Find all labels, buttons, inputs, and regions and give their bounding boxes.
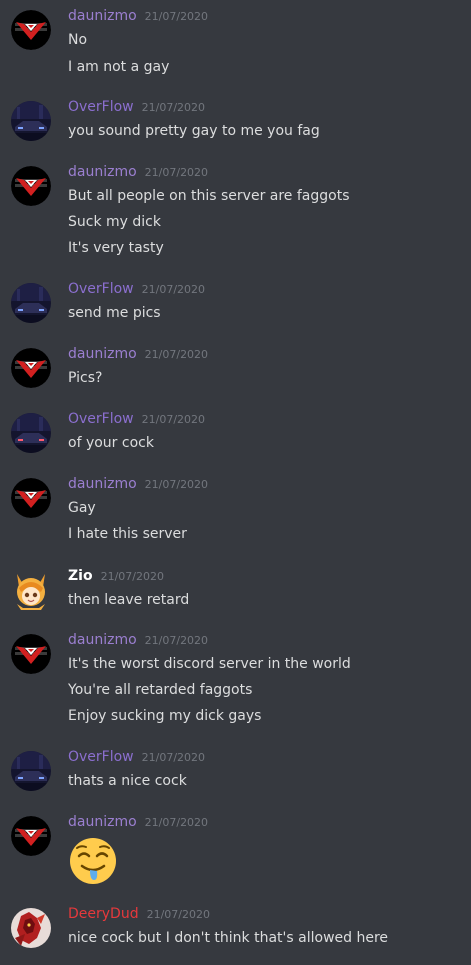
message-text: It's the worst discord server in the wor…	[68, 656, 351, 672]
message-text: Pics?	[68, 370, 103, 386]
timestamp: 21/07/2020	[141, 751, 206, 764]
message-text: I hate this server	[68, 526, 187, 542]
username[interactable]: DeeryDud	[68, 906, 139, 922]
message-header: OverFlow 21/07/2020	[68, 749, 205, 769]
message-header: daunizmo 21/07/2020	[68, 814, 208, 834]
red-eagle-avatar[interactable]	[11, 166, 51, 206]
timestamp: 21/07/2020	[144, 348, 209, 361]
message-text: of your cock	[68, 435, 154, 451]
username[interactable]: daunizmo	[68, 476, 137, 492]
red-dragon-avatar[interactable]	[11, 908, 51, 948]
username[interactable]: Zio	[68, 568, 93, 584]
timestamp: 21/07/2020	[144, 478, 209, 491]
message-header: Zio 21/07/2020	[68, 568, 164, 588]
username[interactable]: daunizmo	[68, 164, 137, 180]
timestamp: 21/07/2020	[144, 10, 209, 23]
message-text: Enjoy sucking my dick gays	[68, 708, 262, 724]
message-text: then leave retard	[68, 592, 190, 608]
message-text: It's very tasty	[68, 240, 164, 256]
timestamp: 21/07/2020	[144, 166, 209, 179]
timestamp: 21/07/2020	[146, 908, 210, 921]
message-header: daunizmo 21/07/2020	[68, 8, 208, 28]
night-car-avatar[interactable]	[11, 751, 51, 791]
username[interactable]: daunizmo	[68, 8, 137, 24]
message-header: OverFlow 21/07/2020	[68, 99, 205, 119]
night-car-avatar[interactable]	[11, 413, 51, 453]
anime-fox-avatar[interactable]	[11, 570, 51, 610]
message-text: You're all retarded faggots	[68, 682, 253, 698]
message-text: send me pics	[68, 305, 161, 321]
message-header: daunizmo 21/07/2020	[68, 164, 208, 184]
red-eagle-avatar[interactable]	[11, 10, 51, 50]
drooling-face-emoji[interactable]	[68, 836, 118, 890]
timestamp: 21/07/2020	[100, 570, 164, 583]
timestamp: 21/07/2020	[141, 101, 206, 114]
message-text: But all people on this server are faggot…	[68, 188, 350, 204]
message-text: nice cock but I don't think that's allow…	[68, 930, 389, 946]
username[interactable]: daunizmo	[68, 814, 137, 830]
timestamp: 21/07/2020	[144, 816, 209, 829]
username[interactable]: OverFlow	[68, 749, 134, 765]
timestamp: 21/07/2020	[144, 634, 209, 647]
red-eagle-avatar[interactable]	[11, 348, 51, 388]
red-eagle-avatar[interactable]	[11, 478, 51, 518]
username[interactable]: daunizmo	[68, 346, 137, 362]
night-car-avatar[interactable]	[11, 101, 51, 141]
red-eagle-avatar[interactable]	[11, 634, 51, 674]
username[interactable]: OverFlow	[68, 99, 134, 115]
timestamp: 21/07/2020	[141, 413, 206, 426]
message-text: I am not a gay	[68, 59, 170, 75]
message-header: OverFlow 21/07/2020	[68, 281, 205, 301]
username[interactable]: OverFlow	[68, 281, 134, 297]
message-text: Suck my dick	[68, 214, 161, 230]
message-text: you sound pretty gay to me you fag	[68, 123, 320, 139]
message-header: DeeryDud 21/07/2020	[68, 906, 210, 926]
message-header: daunizmo 21/07/2020	[68, 476, 208, 496]
message-text: Gay	[68, 500, 96, 516]
red-eagle-avatar[interactable]	[11, 816, 51, 856]
username[interactable]: OverFlow	[68, 411, 134, 427]
message-header: daunizmo 21/07/2020	[68, 632, 208, 652]
username[interactable]: daunizmo	[68, 632, 137, 648]
night-car-avatar[interactable]	[11, 283, 51, 323]
message-text: thats a nice cock	[68, 773, 187, 789]
message-header: OverFlow 21/07/2020	[68, 411, 205, 431]
timestamp: 21/07/2020	[141, 283, 206, 296]
message-text: No	[68, 32, 88, 48]
message-header: daunizmo 21/07/2020	[68, 346, 208, 366]
